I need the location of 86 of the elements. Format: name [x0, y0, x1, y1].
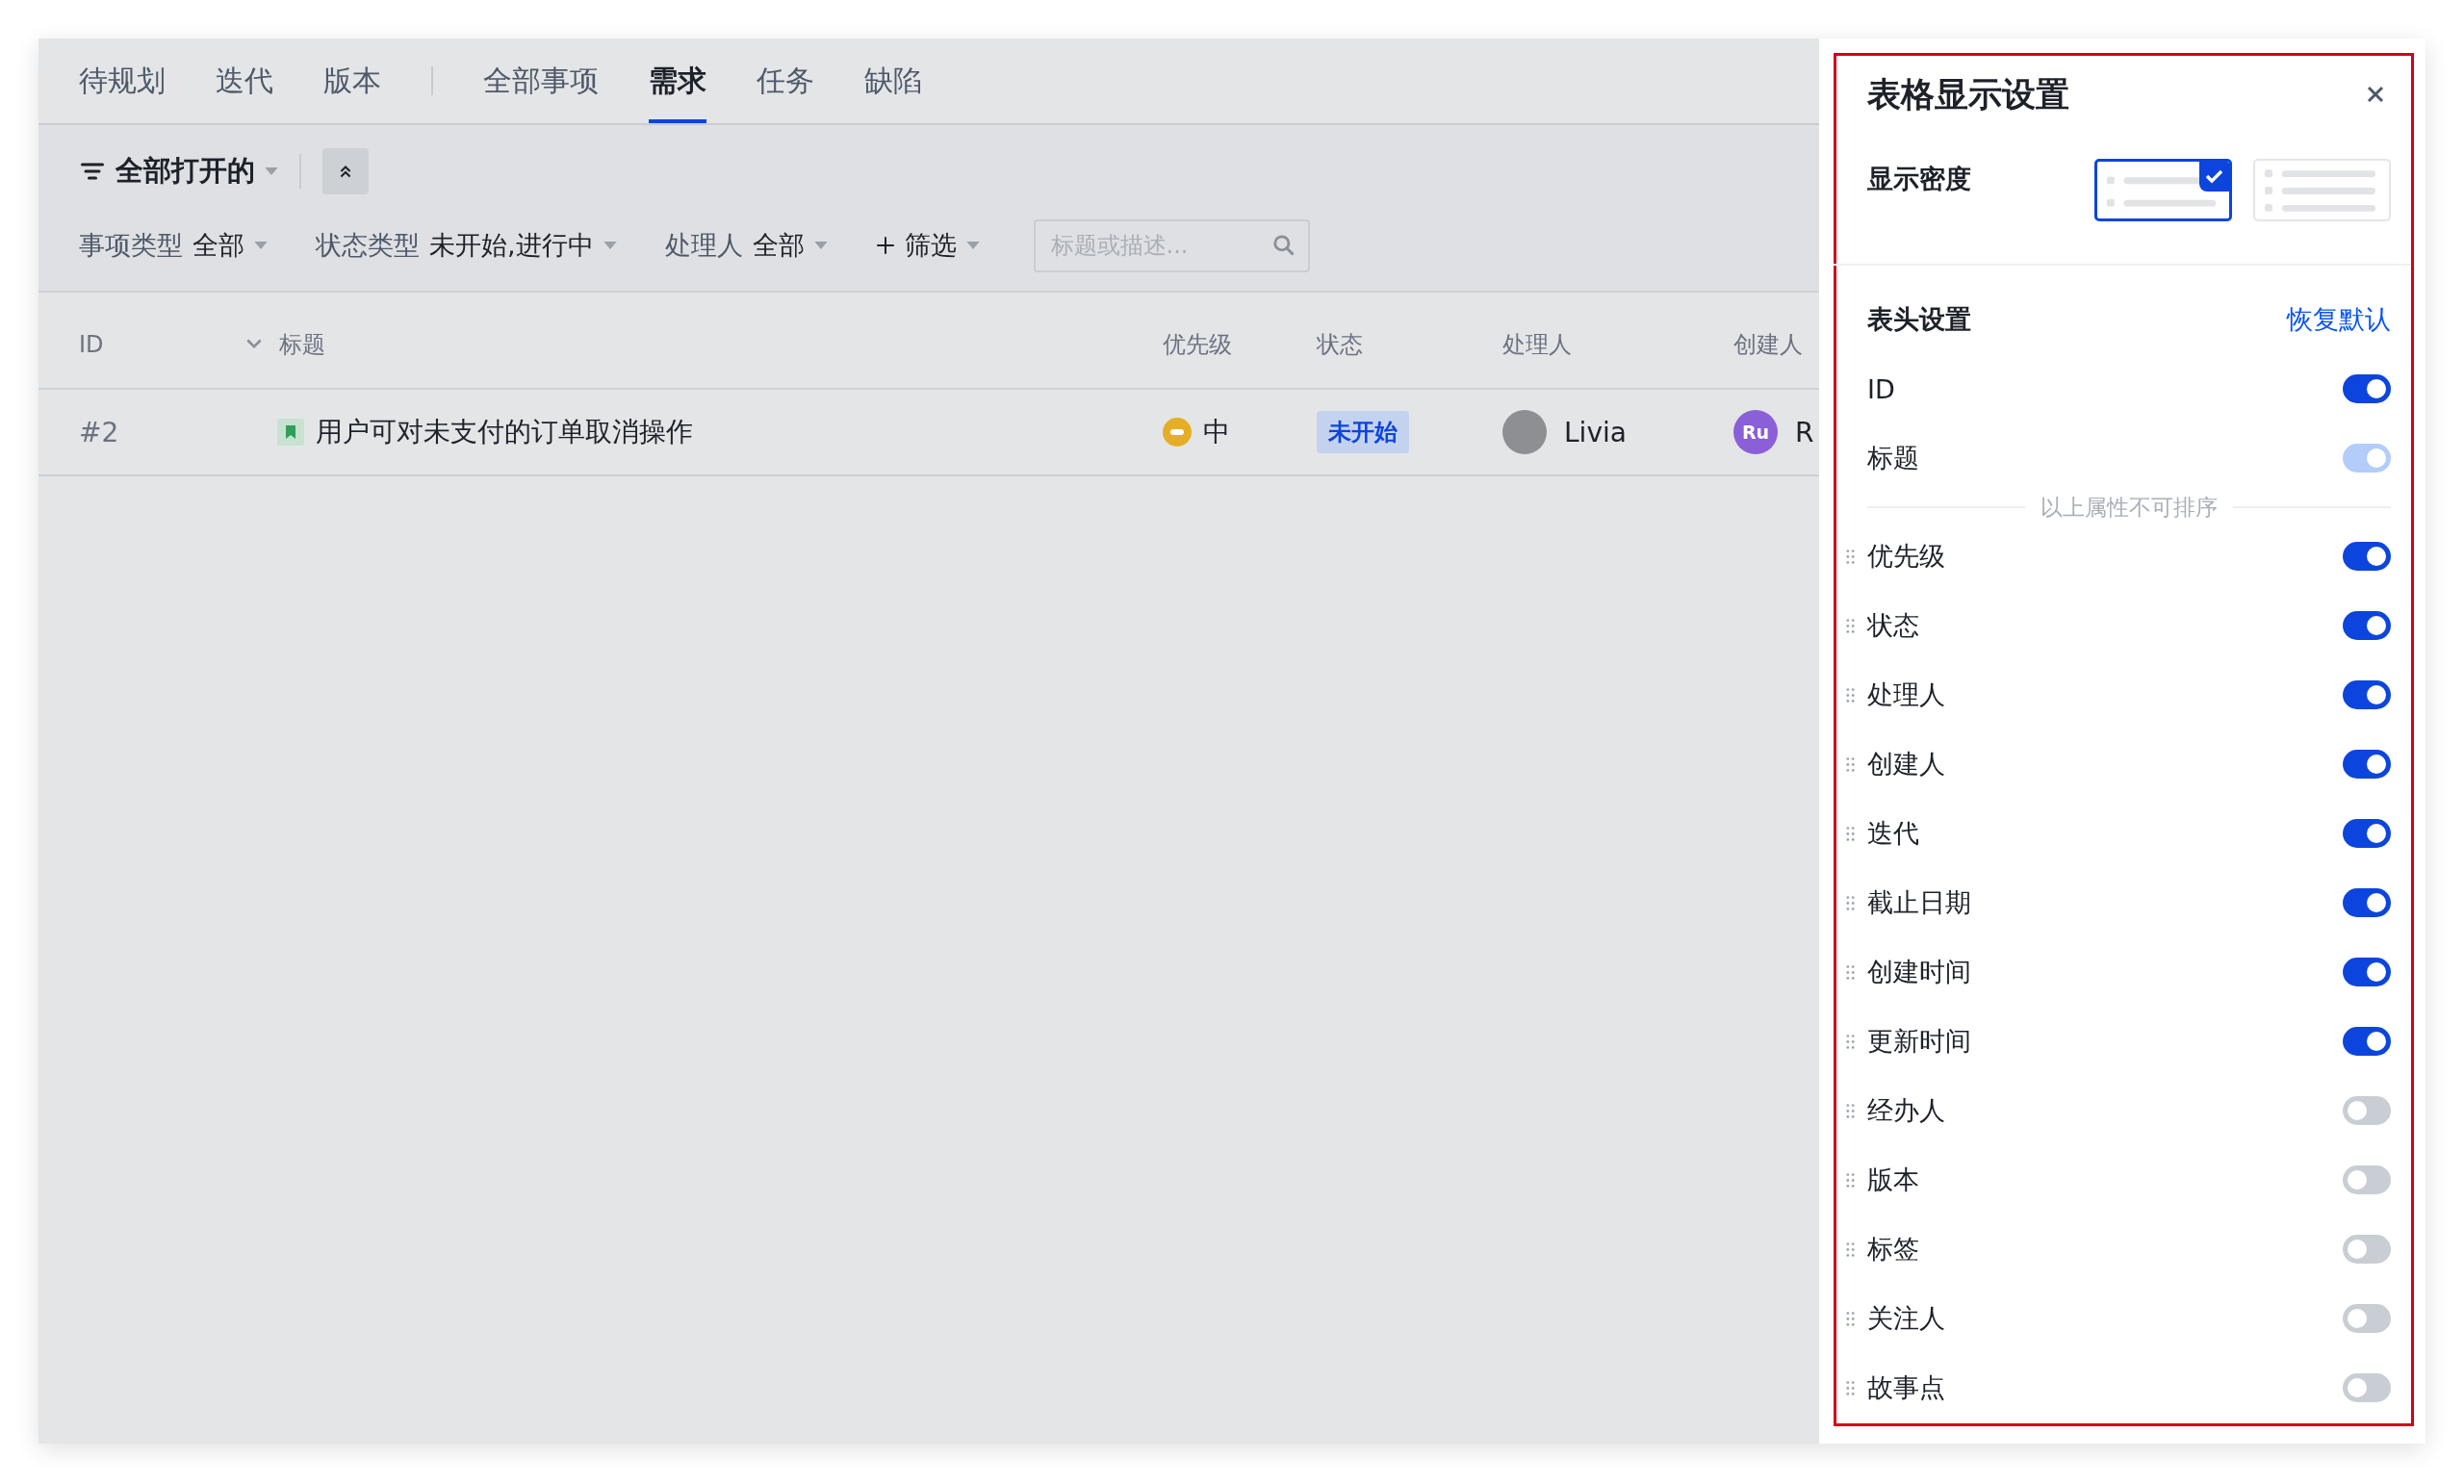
assignee-name: Livia	[1564, 416, 1627, 448]
column-label: 创建人	[1867, 748, 1946, 780]
chevron-down-icon[interactable]	[246, 339, 262, 349]
column-header: 创建人	[1733, 329, 1804, 360]
view-selector[interactable]: 全部打开的	[79, 151, 278, 191]
add-filter-button[interactable]: 筛选	[875, 228, 980, 263]
column-header: ID	[79, 330, 105, 358]
nav-tab[interactable]: 迭代	[216, 38, 273, 123]
drag-handle-icon[interactable]	[1846, 1311, 1855, 1326]
caret-icon	[265, 166, 278, 175]
density-option[interactable]	[2094, 159, 2232, 221]
caret-icon	[965, 242, 980, 249]
section-heading: 表头设置	[1867, 303, 1971, 336]
column-label: 关注人	[1867, 1302, 1946, 1335]
filter-dropdown[interactable]: 事项类型 全部	[79, 228, 268, 263]
drag-handle-icon[interactable]	[1846, 895, 1855, 910]
toggle-switch[interactable]	[2343, 1235, 2391, 1264]
toggle-switch[interactable]	[2343, 1096, 2391, 1125]
caret-icon	[813, 242, 828, 249]
reset-link[interactable]: 恢复默认	[2287, 302, 2391, 337]
plus-icon	[875, 236, 895, 255]
column-label: 处理人	[1867, 678, 1946, 711]
nav-tab[interactable]: 缺陷	[864, 38, 922, 123]
drag-handle-icon[interactable]	[1846, 687, 1855, 703]
column-label: 版本	[1867, 1164, 1920, 1196]
column-label: 更新时间	[1867, 1025, 1972, 1058]
toggle-switch[interactable]	[2343, 680, 2391, 709]
toggle-switch[interactable]	[2343, 1027, 2391, 1056]
column-label: 故事点	[1867, 1371, 1946, 1404]
column-header: 处理人	[1502, 329, 1573, 360]
nav-tab[interactable]: 待规划	[79, 38, 166, 123]
drag-handle-icon[interactable]	[1846, 1034, 1855, 1049]
bookmark-icon	[277, 419, 304, 446]
issue-title[interactable]: 用户可对未支付的订单取消操作	[316, 414, 693, 450]
column-label: 标签	[1867, 1233, 1920, 1266]
drag-handle-icon[interactable]	[1846, 756, 1855, 772]
column-label: 创建时间	[1867, 956, 1972, 988]
toggle-switch[interactable]	[2343, 1165, 2391, 1194]
column-label: 状态	[1867, 609, 1920, 642]
nav-tab[interactable]: 全部事项	[483, 38, 599, 123]
caret-icon	[254, 242, 268, 249]
toggle-switch[interactable]	[2343, 1304, 2391, 1333]
column-label: 优先级	[1867, 540, 1946, 573]
collapse-button[interactable]	[322, 147, 369, 194]
nav-tab[interactable]: 任务	[757, 38, 814, 123]
toggle-switch[interactable]	[2343, 888, 2391, 917]
filter-dropdown[interactable]: 处理人 全部	[664, 228, 828, 263]
drag-handle-icon[interactable]	[1846, 1380, 1855, 1395]
divider-note: 以上属性不可排序	[2040, 493, 2218, 522]
filter-dropdown[interactable]: 状态类型 未开始,进行中	[316, 228, 617, 263]
toggle-switch[interactable]	[2343, 374, 2391, 403]
check-icon	[2199, 162, 2229, 192]
toggle-switch[interactable]	[2343, 1373, 2391, 1402]
column-header: 优先级	[1163, 329, 1233, 360]
column-label: ID	[1867, 373, 1896, 404]
column-label: 迭代	[1867, 817, 1920, 850]
priority-label: 中	[1203, 415, 1230, 449]
avatar: Ru	[1733, 410, 1778, 454]
column-header: 标题	[279, 329, 325, 360]
toggle-switch[interactable]	[2343, 819, 2391, 848]
column-label: 标题	[1867, 442, 1920, 474]
density-label: 显示密度	[1867, 163, 1971, 195]
panel-title: 表格显示设置	[1867, 73, 2069, 115]
priority-icon	[1163, 418, 1192, 447]
nav-tab[interactable]: 版本	[323, 38, 381, 123]
column-label: 经办人	[1867, 1094, 1946, 1127]
column-header: 状态	[1317, 329, 1364, 360]
status-tag: 未开始	[1317, 411, 1409, 453]
creator-name: R	[1795, 416, 1814, 448]
toggle-switch[interactable]	[2343, 611, 2391, 640]
avatar-photo-placeholder	[1502, 410, 1547, 454]
drag-handle-icon[interactable]	[1846, 1241, 1855, 1257]
toggle-switch[interactable]	[2343, 542, 2391, 571]
issue-id: #2	[79, 416, 120, 448]
close-icon	[2366, 85, 2385, 104]
drag-handle-icon[interactable]	[1846, 1172, 1855, 1188]
search-icon	[1270, 232, 1296, 258]
drag-handle-icon[interactable]	[1846, 826, 1855, 841]
drag-handle-icon[interactable]	[1846, 1103, 1855, 1118]
caret-icon	[603, 242, 617, 249]
drag-handle-icon[interactable]	[1846, 549, 1855, 564]
drag-handle-icon[interactable]	[1846, 618, 1855, 633]
column-label: 截止日期	[1867, 886, 1972, 919]
drag-handle-icon[interactable]	[1846, 964, 1855, 980]
toggle-switch[interactable]	[2343, 958, 2391, 986]
toggle-switch[interactable]	[2343, 750, 2391, 779]
